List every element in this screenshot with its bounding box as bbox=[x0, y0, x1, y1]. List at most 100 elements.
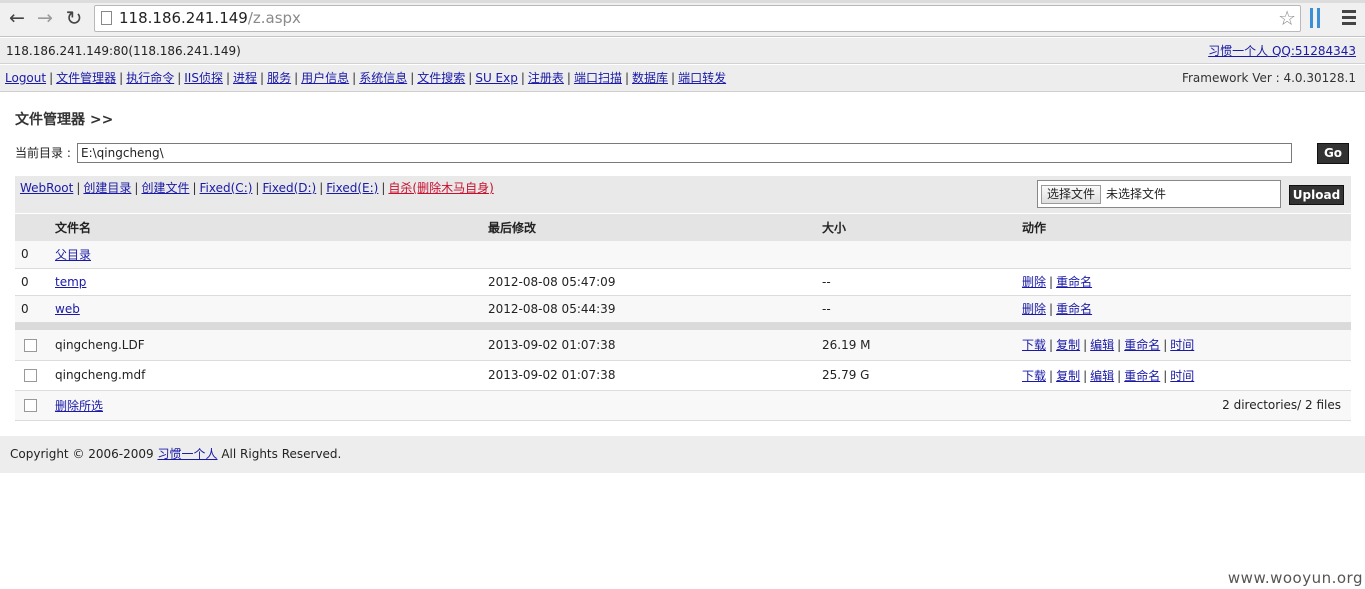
separator: | bbox=[520, 71, 525, 85]
file-actions: 下载 | 复制 | 编辑 | 重命名 | 时间 bbox=[1016, 330, 1351, 360]
current-dir-input[interactable]: E:\qingcheng\ bbox=[77, 143, 1292, 163]
no-file-selected-text: 未选择文件 bbox=[1106, 187, 1167, 201]
nav-services[interactable]: 服务 bbox=[267, 71, 291, 85]
nav-registry[interactable]: 注册表 bbox=[528, 71, 564, 85]
nav-database[interactable]: 数据库 bbox=[632, 71, 668, 85]
file-modified: 2013-09-02 01:07:38 bbox=[488, 337, 616, 352]
delete-link[interactable]: 删除 bbox=[1022, 302, 1046, 316]
dir-link[interactable]: temp bbox=[55, 275, 86, 289]
host-info: 118.186.241.149:80(118.186.241.149) bbox=[6, 44, 241, 58]
rename-link[interactable]: 重命名 bbox=[1124, 338, 1160, 352]
separator: | bbox=[294, 71, 299, 85]
separator: | bbox=[624, 71, 630, 85]
forward-arrow-icon[interactable]: → bbox=[33, 6, 57, 30]
file-name: qingcheng.mdf bbox=[55, 368, 146, 382]
dir-size: -- bbox=[822, 274, 831, 289]
edit-link[interactable]: 编辑 bbox=[1090, 338, 1114, 352]
rename-link[interactable]: 重命名 bbox=[1056, 275, 1092, 289]
separator: | bbox=[1049, 338, 1054, 353]
header-filename: 文件名 bbox=[55, 221, 92, 235]
delete-selected-link[interactable]: 删除所选 bbox=[55, 399, 103, 413]
url-path: /z.aspx bbox=[247, 9, 301, 27]
go-button[interactable]: Go bbox=[1317, 143, 1349, 164]
url-host: 118.186.241.149 bbox=[119, 9, 248, 27]
bookmark-star-icon[interactable]: ☆ bbox=[1278, 6, 1296, 31]
dir-actions: 删除 | 重命名 bbox=[1016, 268, 1351, 295]
file-name: qingcheng.LDF bbox=[55, 337, 145, 352]
time-link[interactable]: 时间 bbox=[1170, 369, 1194, 383]
separator: | bbox=[1117, 338, 1122, 353]
delete-link[interactable]: 删除 bbox=[1022, 275, 1046, 289]
file-size: 25.79 G bbox=[822, 368, 870, 382]
footer: Copyright © 2006-2009 习惯一个人 All Rights R… bbox=[0, 436, 1365, 473]
dir-modified: 2012-08-08 05:44:39 bbox=[488, 301, 616, 316]
nav-logout[interactable]: Logout bbox=[5, 71, 46, 85]
time-link[interactable]: 时间 bbox=[1170, 338, 1194, 352]
header-actions: 动作 bbox=[1022, 221, 1047, 235]
select-all-checkbox[interactable] bbox=[24, 399, 37, 412]
file-row: qingcheng.mdf 2013-09-02 01:07:38 25.79 … bbox=[15, 360, 1351, 390]
nav-port-forward[interactable]: 端口转发 bbox=[678, 71, 726, 85]
separator: | bbox=[1117, 368, 1122, 383]
separator: | bbox=[134, 181, 139, 195]
url-text[interactable]: 118.186.241.149/z.aspx bbox=[119, 6, 301, 31]
nav-user-info[interactable]: 用户信息 bbox=[301, 71, 349, 85]
tool-create-file[interactable]: 创建文件 bbox=[141, 181, 189, 195]
tool-drive-e[interactable]: Fixed(E:) bbox=[326, 181, 378, 195]
tool-links: WebRoot | 创建目录 | 创建文件 | Fixed(C:) | Fixed(D:) | Fi… bbox=[20, 181, 494, 195]
nav-su-exp[interactable]: SU Exp bbox=[475, 71, 518, 85]
row-index: 0 bbox=[21, 301, 29, 316]
nav-iis-spy[interactable]: IIS侦探 bbox=[184, 71, 223, 85]
menu-icon[interactable] bbox=[1339, 8, 1359, 28]
edit-link[interactable]: 编辑 bbox=[1090, 369, 1114, 383]
tool-drive-c[interactable]: Fixed(C:) bbox=[200, 181, 253, 195]
tool-self-delete[interactable]: 自杀(删除木马自身) bbox=[388, 181, 493, 195]
parent-dir-link[interactable]: 父目录 bbox=[55, 248, 91, 262]
file-upload-field[interactable]: 选择文件 未选择文件 bbox=[1037, 180, 1281, 208]
extension-icon[interactable] bbox=[1308, 8, 1324, 28]
tool-webroot[interactable]: WebRoot bbox=[20, 181, 73, 195]
header-modified: 最后修改 bbox=[488, 221, 537, 235]
file-actions: 下载 | 复制 | 编辑 | 重命名 | 时间 bbox=[1016, 360, 1351, 390]
separator: | bbox=[671, 71, 676, 85]
host-bar: 118.186.241.149:80(118.186.241.149) 习惯一个… bbox=[0, 38, 1365, 64]
rename-link[interactable]: 重命名 bbox=[1124, 369, 1160, 383]
nav-menu: Logout | 文件管理器 | 执行命令 | IIS侦探 | 进程 | 服务 | 用户信息 | 系统信息 |… bbox=[5, 65, 726, 92]
page-title: 文件管理器 >> bbox=[15, 112, 114, 128]
choose-file-button[interactable]: 选择文件 bbox=[1041, 185, 1102, 204]
file-checkbox[interactable] bbox=[24, 338, 37, 352]
page-icon bbox=[101, 11, 112, 25]
framework-version: Framework Ver : 4.0.30128.1 bbox=[1181, 71, 1356, 85]
upload-button[interactable]: Upload bbox=[1289, 185, 1344, 205]
separator: | bbox=[177, 71, 182, 85]
dir-row: 0 temp 2012-08-08 05:47:09 -- 删除 | 重命名 bbox=[15, 268, 1351, 295]
copy-link[interactable]: 复制 bbox=[1056, 338, 1080, 352]
nav-execute-command[interactable]: 执行命令 bbox=[126, 71, 174, 85]
rename-link[interactable]: 重命名 bbox=[1056, 302, 1092, 316]
separator: | bbox=[1083, 368, 1088, 383]
separator: | bbox=[1163, 338, 1168, 353]
copy-link[interactable]: 复制 bbox=[1056, 369, 1080, 383]
nav-process[interactable]: 进程 bbox=[233, 71, 257, 85]
separator: | bbox=[225, 71, 231, 85]
tool-create-dir[interactable]: 创建目录 bbox=[83, 181, 131, 195]
row-index: 0 bbox=[21, 274, 29, 289]
file-checkbox[interactable] bbox=[24, 369, 37, 382]
download-link[interactable]: 下载 bbox=[1022, 338, 1046, 352]
footer-author-link[interactable]: 习惯一个人 bbox=[158, 447, 218, 461]
nav-file-manager[interactable]: 文件管理器 bbox=[56, 71, 116, 85]
tab-strip bbox=[0, 0, 1365, 3]
nav-file-search[interactable]: 文件搜索 bbox=[417, 71, 465, 85]
nav-system-info[interactable]: 系统信息 bbox=[359, 71, 407, 85]
nav-port-scan[interactable]: 端口扫描 bbox=[574, 71, 622, 85]
back-arrow-icon[interactable]: ← bbox=[5, 6, 29, 30]
dir-link[interactable]: web bbox=[55, 302, 80, 316]
dir-row: 0 web 2012-08-08 05:44:39 -- 删除 | 重命名 bbox=[15, 295, 1351, 322]
address-bar[interactable]: 118.186.241.149/z.aspx ☆ bbox=[94, 5, 1301, 32]
row-index: 0 bbox=[21, 247, 29, 262]
tool-drive-d[interactable]: Fixed(D:) bbox=[262, 181, 316, 195]
file-size: 26.19 M bbox=[822, 337, 871, 352]
download-link[interactable]: 下载 bbox=[1022, 369, 1046, 383]
reload-icon[interactable]: ↻ bbox=[62, 6, 86, 30]
author-link[interactable]: 习惯一个人 QQ:51284343 bbox=[1208, 38, 1356, 64]
